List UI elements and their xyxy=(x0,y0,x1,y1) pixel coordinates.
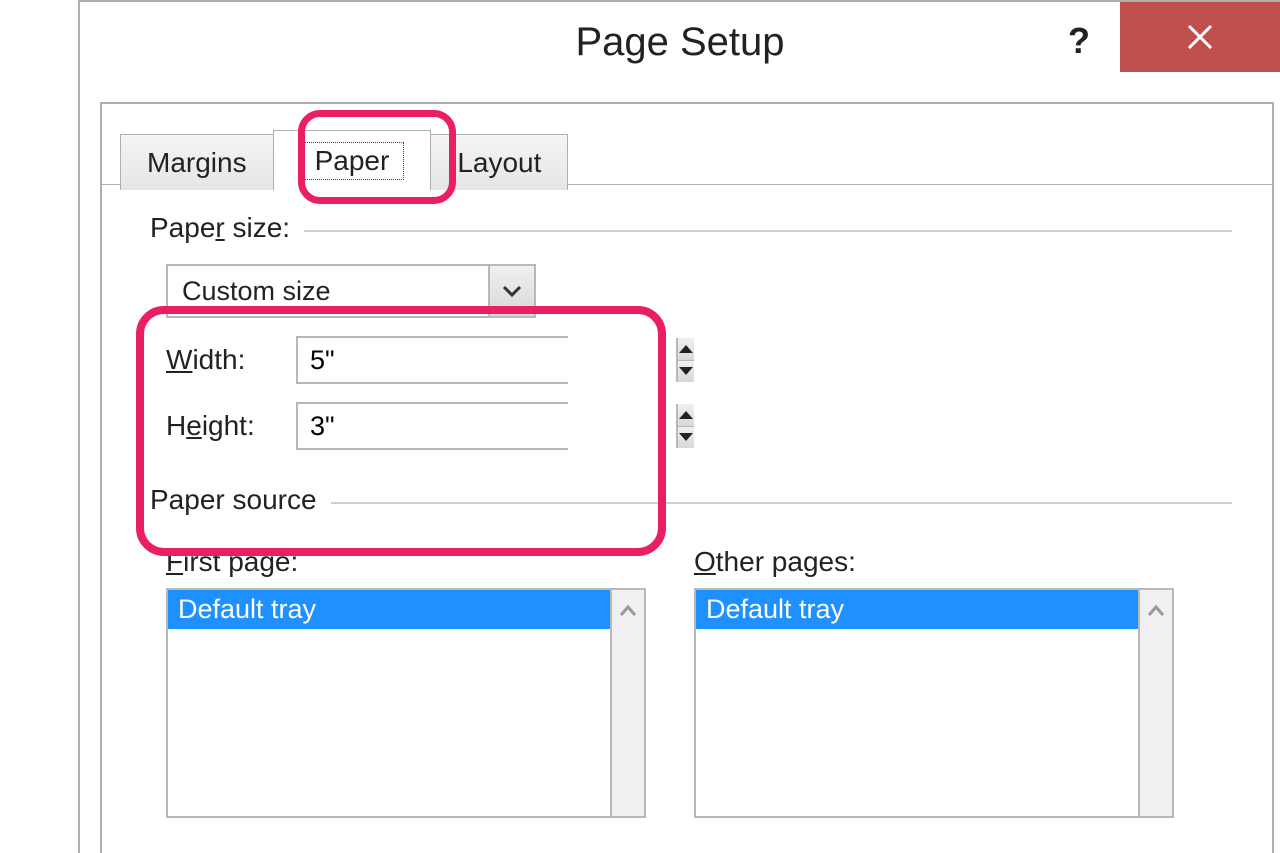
paper-source-section: Paper source First page: Default tray xyxy=(150,484,1232,818)
help-icon[interactable]: ? xyxy=(1068,20,1090,62)
paper-size-block: Custom size Width: xyxy=(150,264,1232,450)
paper-size-combo[interactable]: Custom size xyxy=(166,264,536,318)
height-spinner[interactable] xyxy=(296,402,568,450)
height-spin-buttons xyxy=(676,404,694,448)
other-pages-list-items: Default tray xyxy=(696,590,1138,816)
first-page-label: First page: xyxy=(166,546,646,578)
page-setup-dialog: Page Setup ? Margins Paper Layout xyxy=(78,0,1280,853)
tab-paper[interactable]: Paper xyxy=(273,130,432,190)
width-input[interactable] xyxy=(298,338,676,382)
tabstrip: Margins Paper Layout xyxy=(120,124,567,190)
combo-dropdown-button[interactable] xyxy=(488,266,534,316)
list-item[interactable]: Default tray xyxy=(696,590,1138,629)
tab-content-paper: Paper size: Custom size Width: xyxy=(150,212,1232,853)
first-page-list-items: Default tray xyxy=(168,590,610,816)
tab-margins[interactable]: Margins xyxy=(120,134,274,190)
height-spin-up[interactable] xyxy=(678,404,694,426)
first-page-column: First page: Default tray xyxy=(166,546,646,818)
other-pages-scrollbar[interactable] xyxy=(1138,590,1172,816)
section-rule xyxy=(331,502,1232,504)
chevron-down-icon xyxy=(502,284,522,298)
tab-layout[interactable]: Layout xyxy=(430,134,568,190)
width-spinner[interactable] xyxy=(296,336,568,384)
caret-up-icon xyxy=(678,344,694,354)
dialog-body: Margins Paper Layout Paper size: xyxy=(100,102,1274,853)
scroll-up-icon[interactable] xyxy=(1147,598,1165,624)
width-label: Width: xyxy=(166,344,296,376)
close-button[interactable] xyxy=(1120,2,1280,72)
tab-label: Margins xyxy=(147,147,247,179)
dialog-title: Page Setup xyxy=(575,20,784,65)
paper-size-label: Paper size: xyxy=(150,212,1232,244)
other-pages-listbox[interactable]: Default tray xyxy=(694,588,1174,818)
caret-up-icon xyxy=(678,410,694,420)
caret-down-icon xyxy=(678,432,694,442)
other-pages-column: Other pages: Default tray xyxy=(694,546,1174,818)
tab-label: Paper xyxy=(300,142,405,180)
titlebar: Page Setup ? xyxy=(80,2,1280,82)
scroll-up-icon[interactable] xyxy=(619,598,637,624)
caret-down-icon xyxy=(678,366,694,376)
height-label: Height: xyxy=(166,410,296,442)
paper-size-value: Custom size xyxy=(168,266,488,316)
paper-source-columns: First page: Default tray xyxy=(150,546,1232,818)
close-icon xyxy=(1185,22,1215,52)
width-spin-down[interactable] xyxy=(678,360,694,383)
height-row: Height: xyxy=(166,402,1232,450)
first-page-listbox[interactable]: Default tray xyxy=(166,588,646,818)
height-spin-down[interactable] xyxy=(678,426,694,449)
width-spin-buttons xyxy=(676,338,694,382)
width-row: Width: xyxy=(166,336,1232,384)
height-input[interactable] xyxy=(298,404,676,448)
width-spin-up[interactable] xyxy=(678,338,694,360)
paper-source-label: Paper source xyxy=(150,484,1232,516)
tab-label: Layout xyxy=(457,147,541,179)
other-pages-label: Other pages: xyxy=(694,546,1174,578)
list-item[interactable]: Default tray xyxy=(168,590,610,629)
section-rule xyxy=(304,230,1232,232)
first-page-scrollbar[interactable] xyxy=(610,590,644,816)
